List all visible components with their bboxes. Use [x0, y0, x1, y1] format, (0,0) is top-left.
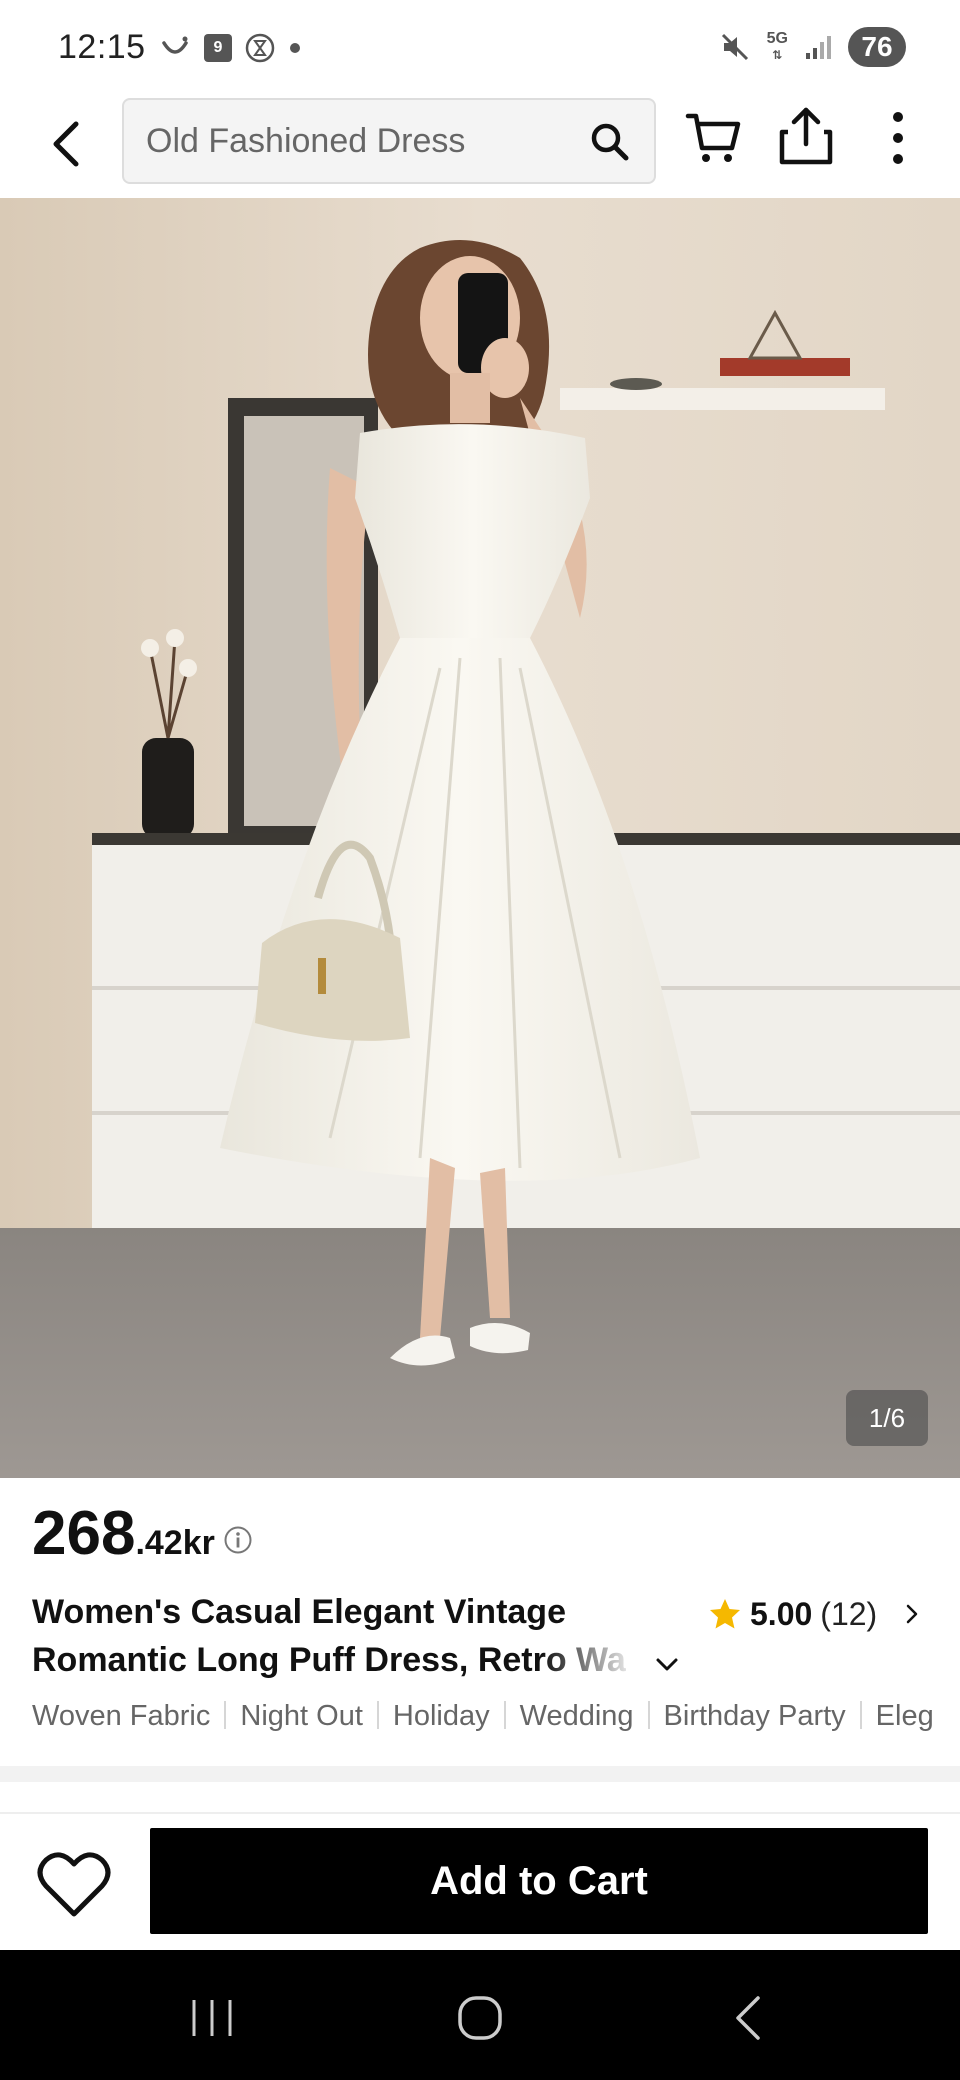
- system-status-icons: 5G ⇅ 76: [719, 26, 906, 68]
- status-bar: 12:15 9 5G ⇅ 76: [0, 0, 960, 96]
- more-options-button[interactable]: [870, 106, 926, 170]
- battery-indicator: 76: [848, 27, 906, 67]
- section-divider: [0, 1766, 960, 1782]
- info-icon[interactable]: [223, 1525, 253, 1555]
- product-tags: Woven Fabric Night Out Holiday Wedding Birth…: [32, 1700, 960, 1744]
- smile-notification-icon: [162, 36, 188, 54]
- chevron-right-icon: [906, 1604, 918, 1624]
- status-time: 12:15: [58, 28, 146, 66]
- bottom-action-bar: Add to Cart: [0, 1814, 960, 1950]
- tag-separator: [224, 1701, 227, 1729]
- more-dot-icon: [893, 112, 903, 122]
- share-icon[interactable]: [776, 104, 836, 168]
- tag[interactable]: Holiday: [393, 1700, 490, 1733]
- product-title-line2: Romantic Long Puff Dress, Retro Wa: [32, 1636, 662, 1684]
- rating-score: 5.00: [750, 1595, 813, 1632]
- star-icon: [710, 1599, 740, 1629]
- tag-separator: [376, 1701, 379, 1729]
- wishlist-heart-icon[interactable]: [36, 1850, 112, 1920]
- rating[interactable]: 5.00 (12): [708, 1594, 925, 1634]
- product-photo: [0, 198, 960, 1478]
- tag[interactable]: Night Out: [240, 1700, 363, 1733]
- add-to-cart-button[interactable]: Add to Cart: [150, 1828, 928, 1934]
- more-dot-icon: [893, 154, 903, 164]
- mute-icon: [721, 33, 748, 61]
- tag-separator: [859, 1701, 862, 1729]
- calendar-icon: 9: [204, 34, 232, 62]
- network-type: 5G ⇅: [766, 30, 788, 63]
- recent-apps-icon[interactable]: [184, 1990, 240, 2046]
- product-title-line1: Women's Casual Elegant Vintage: [32, 1593, 566, 1631]
- product-title[interactable]: Women's Casual Elegant Vintage Romantic …: [32, 1588, 672, 1684]
- expand-title-chevron-icon[interactable]: [652, 1650, 682, 1680]
- notification-icons: 9: [158, 30, 302, 66]
- tag[interactable]: Woven Fabric: [32, 1700, 210, 1733]
- system-navigation-bar: [0, 1950, 960, 2080]
- cart-icon[interactable]: [684, 108, 744, 168]
- search-input[interactable]: Old Fashioned Dress: [122, 98, 656, 184]
- dot-icon: [290, 43, 300, 53]
- system-back-icon[interactable]: [722, 1990, 778, 2046]
- signal-icon: [806, 36, 831, 59]
- image-counter: 1/6: [846, 1390, 928, 1446]
- tag[interactable]: Eleg: [876, 1700, 934, 1733]
- top-nav: Old Fashioned Dress: [0, 96, 960, 198]
- price-currency: kr: [182, 1524, 215, 1562]
- back-button[interactable]: [36, 114, 96, 174]
- search-query: Old Fashioned Dress: [146, 122, 466, 160]
- tag-separator: [503, 1701, 506, 1729]
- tag-separator: [647, 1701, 650, 1729]
- hourglass-icon: [245, 33, 275, 63]
- price: 268 .42 kr: [32, 1498, 253, 1570]
- more-dot-icon: [893, 133, 903, 143]
- tag[interactable]: Wedding: [520, 1700, 634, 1733]
- rating-count: (12): [820, 1595, 878, 1632]
- price-integer: 268: [32, 1499, 136, 1568]
- product-image-gallery[interactable]: 1/6: [0, 198, 960, 1478]
- back-arrow-icon: [53, 121, 79, 167]
- price-decimal: .42: [135, 1524, 183, 1562]
- search-icon[interactable]: [588, 120, 632, 164]
- tag[interactable]: Birthday Party: [664, 1700, 846, 1733]
- home-icon[interactable]: [452, 1990, 508, 2046]
